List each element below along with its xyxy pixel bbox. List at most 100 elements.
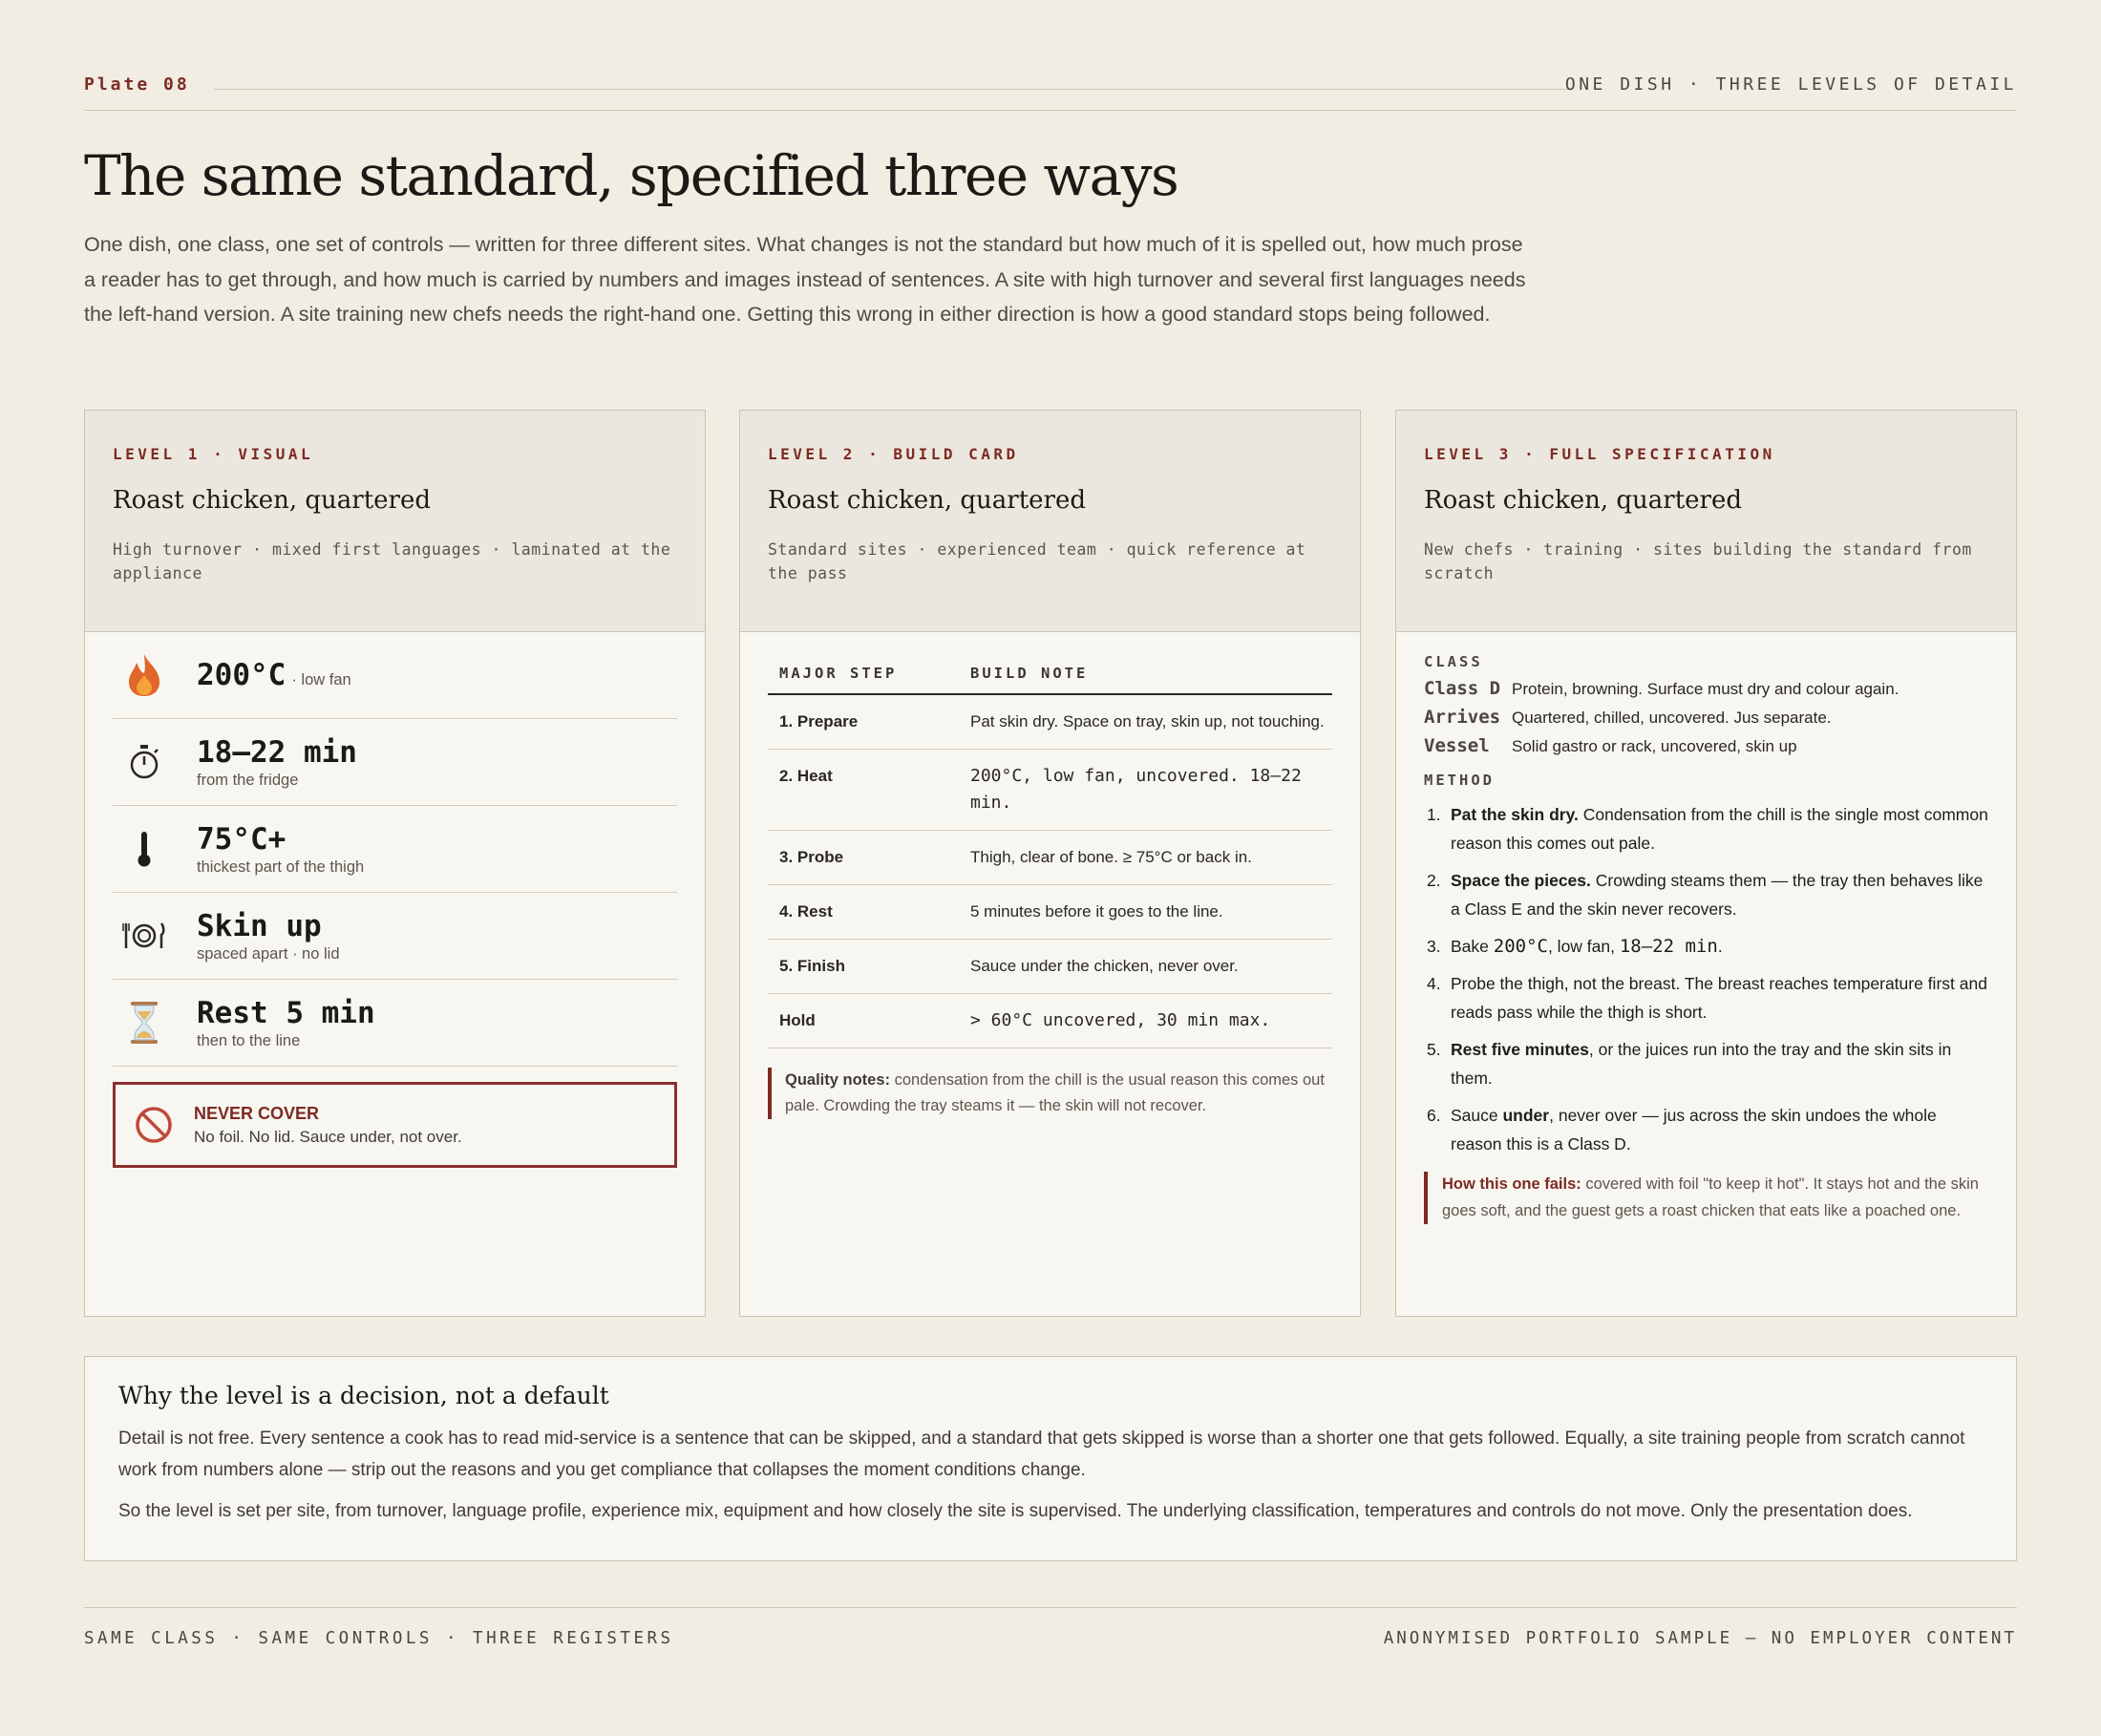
card-level-3: LEVEL 3 · FULL SPECIFICATION Roast chick… <box>1395 410 2017 1317</box>
class-key: Class D <box>1424 678 1501 699</box>
step-cell: 5. Finish <box>768 939 959 994</box>
hourglass-icon <box>113 994 197 1051</box>
class-value: Solid gastro or rack, uncovered, skin up <box>1512 737 1797 755</box>
step-text: , low fan, <box>1547 937 1620 956</box>
visual-value: 200°C <box>197 658 286 692</box>
step-temperature: 200°C <box>1493 936 1548 957</box>
header-bar: Plate 08 ONE DISH · THREE LEVELS OF DETA… <box>84 74 2017 111</box>
card-subtitle: High turnover · mixed first languages · … <box>113 540 671 582</box>
column-header: BUILD NOTE <box>959 665 1332 695</box>
visual-row-probe: 75°C+ thickest part of the thigh <box>113 806 677 893</box>
card-title: Roast chicken, quartered <box>113 486 431 515</box>
visual-note: · low fan <box>291 671 351 688</box>
step-emphasis: under <box>1502 1106 1550 1125</box>
thermometer-icon <box>113 820 197 878</box>
plate-label: Plate 08 <box>84 74 190 95</box>
prohibited-icon <box>135 1106 173 1144</box>
page-title: The same standard, specified three ways <box>84 143 1179 208</box>
step-text: Bake <box>1451 937 1494 956</box>
table-row: 2. Heat 200°C, low fan, uncovered. 18–22… <box>768 749 1332 831</box>
column-header: MAJOR STEP <box>768 665 959 695</box>
card-header: LEVEL 3 · FULL SPECIFICATION Roast chick… <box>1396 411 2016 632</box>
step-number: 5. <box>1427 1040 1441 1059</box>
class-row: Arrives Quartered, chilled, uncovered. J… <box>1424 707 1988 728</box>
step-cell: 3. Probe <box>768 830 959 885</box>
card-subtitle: New chefs · training · sites building th… <box>1424 540 1972 582</box>
step-time: 18–22 min <box>1619 936 1718 957</box>
method-label: METHOD <box>1424 772 1495 789</box>
visual-value: 18–22 min <box>197 734 357 770</box>
why-paragraph: So the level is set per site, from turno… <box>118 1501 1913 1521</box>
step-number: 6. <box>1427 1106 1441 1125</box>
note-cell: Thigh, clear of bone. ≥ 75°C or back in. <box>959 830 1332 885</box>
intro-paragraph: One dish, one class, one set of controls… <box>84 233 1526 326</box>
visual-row-tray: Skin up spaced apart · no lid <box>113 893 677 980</box>
table-row: 1. Prepare Pat skin dry. Space on tray, … <box>768 694 1332 750</box>
step-cell: 1. Prepare <box>768 694 959 750</box>
class-row: Class D Protein, browning. Surface must … <box>1424 678 1988 699</box>
visual-row-temperature: 200°C · low fan <box>113 632 677 719</box>
step-number: 1. <box>1427 805 1441 824</box>
step-cell: 2. Heat <box>768 749 959 831</box>
method-list: 1. Pat the skin dry. Condensation from t… <box>1424 800 1988 1158</box>
step-text: . <box>1717 937 1723 956</box>
footer-right: ANONYMISED PORTFOLIO SAMPLE — NO EMPLOYE… <box>1383 1629 2017 1648</box>
method-step: 5. Rest five minutes, or the juices run … <box>1424 1035 1988 1092</box>
class-value: Quartered, chilled, uncovered. Jus separ… <box>1512 709 1832 727</box>
visual-note: then to the line <box>197 1031 301 1049</box>
visual-row-rest: Rest 5 min then to the line <box>113 980 677 1067</box>
card-level-1: LEVEL 1 · VISUAL Roast chicken, quartere… <box>84 410 706 1317</box>
method-step: 2. Space the pieces. Crowding steams the… <box>1424 866 1988 923</box>
why-section: Why the level is a decision, not a defau… <box>84 1356 2017 1561</box>
visual-note: from the fridge <box>197 771 299 789</box>
failure-note: How this one fails: covered with foil "t… <box>1424 1172 1988 1224</box>
card-header: LEVEL 1 · VISUAL Roast chicken, quartere… <box>85 411 705 632</box>
visual-note: spaced apart · no lid <box>197 944 340 963</box>
stopwatch-icon <box>113 733 197 791</box>
step-emphasis: Pat the skin dry. <box>1451 805 1579 824</box>
class-row: Vessel Solid gastro or rack, uncovered, … <box>1424 735 1988 756</box>
note-cell: 200°C, low fan, uncovered. 18–22 min. <box>959 749 1332 831</box>
full-specification: CLASS Class D Protein, browning. Surface… <box>1396 632 2016 1224</box>
step-emphasis: Space the pieces. <box>1451 871 1591 890</box>
quality-label: Quality notes: <box>785 1071 891 1089</box>
class-key: Arrives <box>1424 707 1501 728</box>
note-cell: > 60°C uncovered, 30 min max. <box>959 993 1332 1048</box>
step-number: 4. <box>1427 974 1441 993</box>
visual-value: Skin up <box>197 908 322 943</box>
warning-text: No foil. No lid. Sauce under, not over. <box>194 1127 462 1146</box>
note-cell: Sauce under the chicken, never over. <box>959 939 1332 994</box>
visual-note: thickest part of the thigh <box>197 857 365 876</box>
why-paragraph: Detail is not free. Every sentence a coo… <box>118 1429 1965 1480</box>
quality-note: Quality notes: condensation from the chi… <box>768 1068 1332 1119</box>
table-row: 3. Probe Thigh, clear of bone. ≥ 75°C or… <box>768 830 1332 885</box>
note-cell: 5 minutes before it goes to the line. <box>959 884 1332 940</box>
table-row: 5. Finish Sauce under the chicken, never… <box>768 939 1332 994</box>
card-header: LEVEL 2 · BUILD CARD Roast chicken, quar… <box>740 411 1360 632</box>
step-cell: 4. Rest <box>768 884 959 940</box>
warning-heading: NEVER COVER <box>194 1103 320 1123</box>
card-eyebrow: LEVEL 1 · VISUAL <box>113 445 314 463</box>
card-title: Roast chicken, quartered <box>768 486 1086 515</box>
method-step: 6. Sauce under, never over — jus across … <box>1424 1101 1988 1158</box>
build-table: MAJOR STEP BUILD NOTE 1. Prepare Pat ski… <box>768 665 1332 1048</box>
plate-cutlery-icon <box>113 907 197 964</box>
note-cell: Pat skin dry. Space on tray, skin up, no… <box>959 694 1332 750</box>
step-number: 2. <box>1427 871 1441 890</box>
visual-value: Rest 5 min <box>197 995 375 1030</box>
class-label: CLASS <box>1424 653 1483 670</box>
card-level-2: LEVEL 2 · BUILD CARD Roast chicken, quar… <box>739 410 1361 1317</box>
build-card: MAJOR STEP BUILD NOTE 1. Prepare Pat ski… <box>740 632 1360 1119</box>
step-cell: Hold <box>768 993 959 1048</box>
visual-row-time: 18–22 min from the fridge <box>113 719 677 806</box>
card-eyebrow: LEVEL 3 · FULL SPECIFICATION <box>1424 445 1775 463</box>
step-text: Sauce <box>1451 1106 1503 1125</box>
footer: SAME CLASS · SAME CONTROLS · THREE REGIS… <box>84 1607 2017 1648</box>
fire-icon <box>113 646 197 704</box>
table-row: 4. Rest 5 minutes before it goes to the … <box>768 884 1332 940</box>
visual-value: 75°C+ <box>197 821 286 857</box>
visual-rows: 200°C · low fan 18–22 min from the fridge <box>85 632 705 1067</box>
method-step: 4. Probe the thigh, not the breast. The … <box>1424 969 1988 1027</box>
card-subtitle: Standard sites · experienced team · quic… <box>768 540 1306 582</box>
class-value: Protein, browning. Surface must dry and … <box>1512 680 1899 698</box>
